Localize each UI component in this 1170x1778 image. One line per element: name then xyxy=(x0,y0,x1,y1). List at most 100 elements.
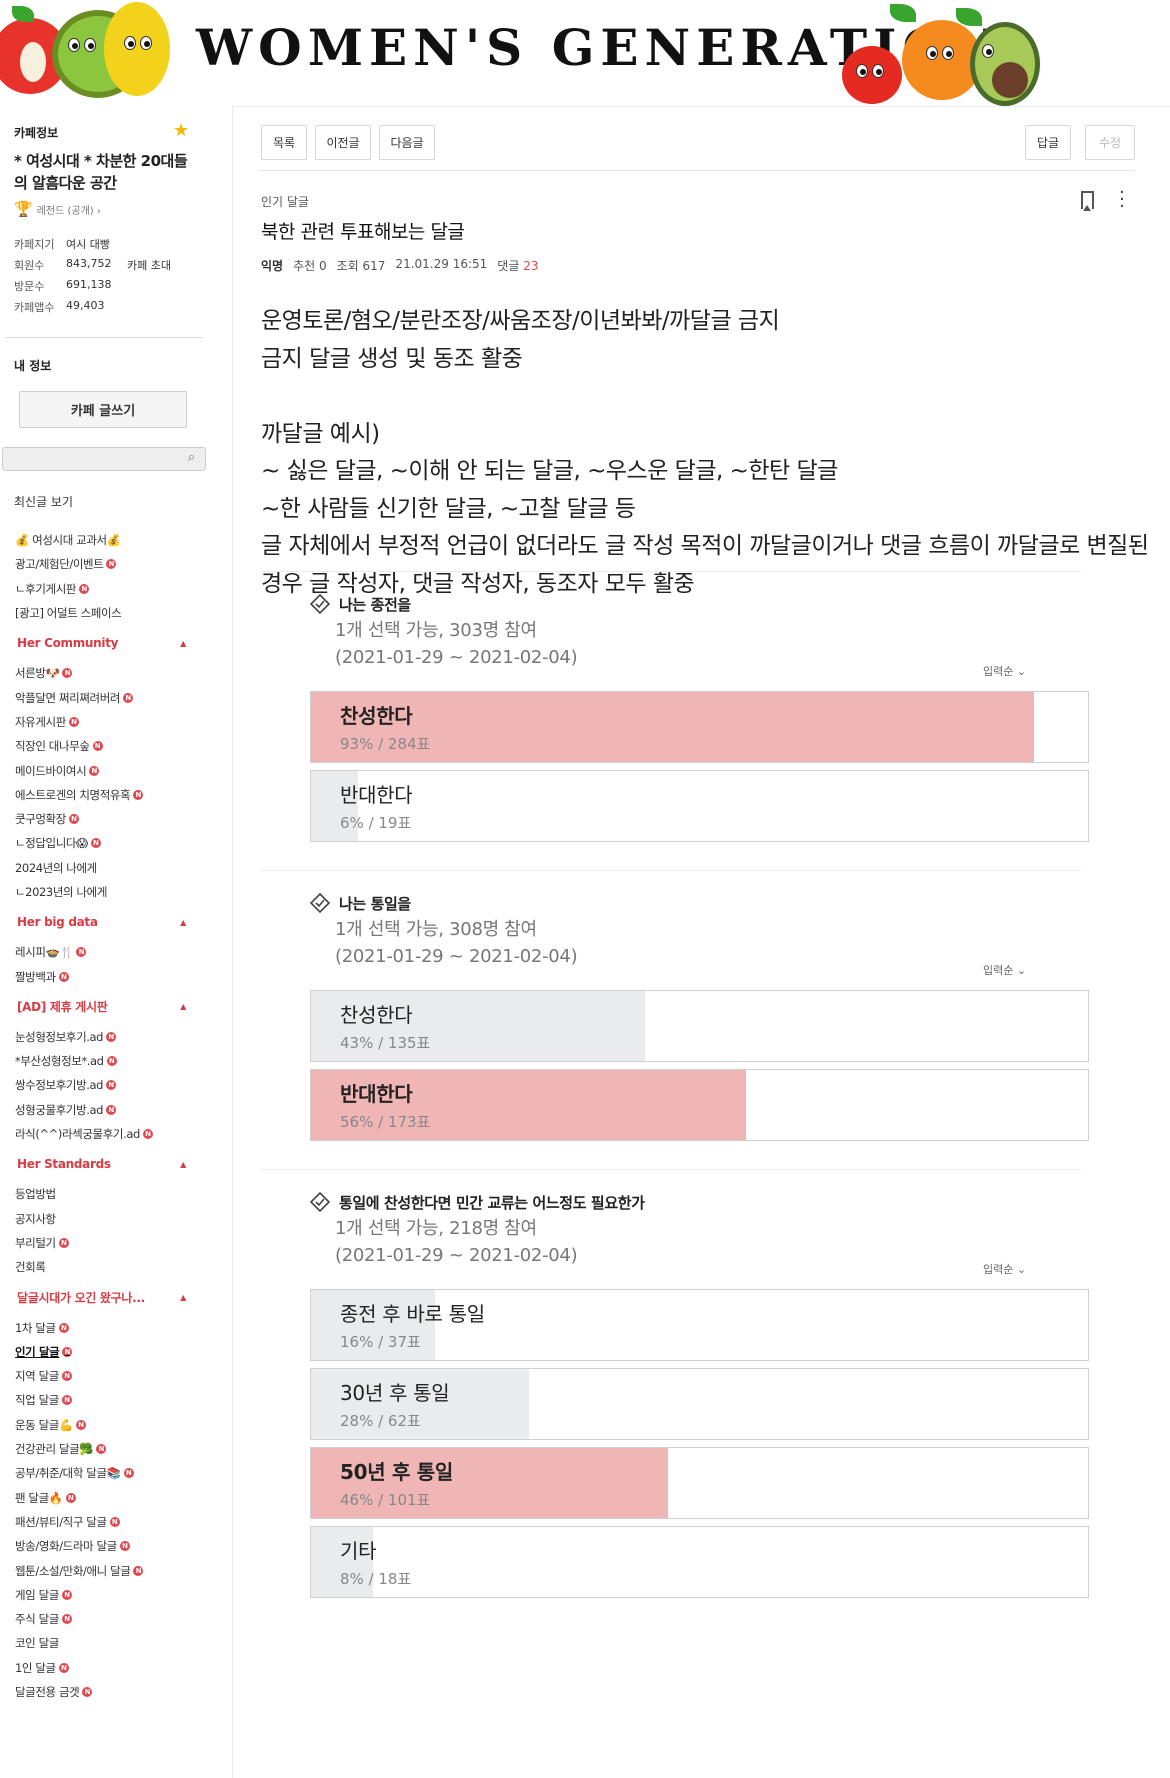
sidebar-menu-item[interactable]: ㄴ정답입니다😱 N xyxy=(0,831,210,855)
menu-group-header[interactable]: 달글시대가 오긴 왔구나... ▲ xyxy=(0,1279,210,1315)
sidebar-menu-item[interactable]: 악플달면 쩌리쪄려버려 N xyxy=(0,685,210,709)
sidebar-menu-item[interactable]: 방송/영화/드라마 달글 N xyxy=(0,1534,210,1558)
divider xyxy=(261,1169,1081,1170)
cafe-banner[interactable]: WOMEN'S GENERATION xyxy=(0,0,1040,106)
comments-link[interactable]: 댓글 23 xyxy=(497,257,538,274)
sidebar-menu-item[interactable]: 패션/뷰티/직구 달글 N xyxy=(0,1510,210,1534)
cafe-manager[interactable]: 여시 대빵 xyxy=(66,236,121,257)
sidebar-menu-item[interactable]: 메이드바이여시 N xyxy=(0,758,210,782)
poll-question-text: 통일에 찬성한다면 민간 교류는 어느정도 필요한가 xyxy=(339,1193,645,1212)
poll-period: (2021-01-29 ~ 2021-02-04) xyxy=(335,946,578,967)
poll: 통일에 찬성한다면 민간 교류는 어느정도 필요한가 1개 선택 가능, 218명… xyxy=(261,1181,1089,1598)
divider xyxy=(261,571,1081,572)
edit-button[interactable]: 수정 xyxy=(1085,125,1135,160)
menu-group-header[interactable]: Her big data ▲ xyxy=(0,904,210,940)
poll-option[interactable]: 50년 후 통일 46% / 101표 xyxy=(310,1447,1089,1519)
collapse-arrow-icon[interactable]: ▲ xyxy=(180,1160,186,1169)
sidebar-menu-item[interactable]: 팬 달글🔥 N xyxy=(0,1486,210,1510)
cafe-info-heading[interactable]: 카페정보 xyxy=(14,124,58,141)
search-icon[interactable]: ⌕ xyxy=(188,450,195,465)
poll: 나는 통일을 1개 선택 가능, 308명 참여 (2021-01-29 ~ 202… xyxy=(261,882,1089,1141)
poll-option[interactable]: 30년 후 통일 28% / 62표 xyxy=(310,1368,1089,1440)
sidebar-menu-item[interactable]: 공지사항 xyxy=(0,1207,210,1231)
sidebar-menu-item[interactable]: ㄴ후기게시판 N xyxy=(0,577,210,601)
sidebar-menu-item[interactable]: 코인 달글 xyxy=(0,1631,210,1655)
sidebar-menu-item[interactable]: 눈성형정보후기.ad N xyxy=(0,1025,210,1049)
menu-item-label: 공지사항 xyxy=(15,1211,56,1226)
board-link[interactable]: 인기 달글 xyxy=(261,193,309,210)
post-author[interactable]: 익명 xyxy=(261,257,283,274)
new-badge-icon: N xyxy=(106,559,117,570)
sidebar-menu-item[interactable]: 부리털기 N xyxy=(0,1231,210,1255)
sidebar-menu-item[interactable]: 쿳구멍확장 N xyxy=(0,807,210,831)
poll-option-result: 46% / 101표 xyxy=(340,1491,431,1509)
poll-option[interactable]: 찬성한다 43% / 135표 xyxy=(310,990,1089,1062)
poll-option[interactable]: 반대한다 56% / 173표 xyxy=(310,1069,1089,1141)
sidebar-menu-item[interactable]: 건강관리 달글🥦 N xyxy=(0,1437,210,1461)
poll-sort-dropdown[interactable]: 입력순 ⌄ xyxy=(983,962,1026,978)
cafe-level[interactable]: 🏆 레전드 (공개) › xyxy=(14,200,101,218)
reply-button[interactable]: 답글 xyxy=(1025,125,1071,160)
cafe-stats: 카페지기 여시 대빵 회원수 843,752 카페 초대 방문수 691,138 카페앱… xyxy=(14,236,171,320)
collapse-arrow-icon[interactable]: ▲ xyxy=(180,918,186,927)
recent-posts-link[interactable]: 최신글 보기 xyxy=(14,493,73,510)
poll-option[interactable]: 종전 후 바로 통일 16% / 37표 xyxy=(310,1289,1089,1361)
poll-option[interactable]: 반대한다 6% / 19표 xyxy=(310,770,1089,842)
sidebar-menu-item[interactable]: *부산성형정보*.ad N xyxy=(0,1049,210,1073)
sidebar-menu-item[interactable]: 인기 달글 N xyxy=(0,1340,210,1364)
sidebar-menu-item[interactable]: 주식 달글 N xyxy=(0,1607,210,1631)
menu-group-header[interactable]: Her Community ▲ xyxy=(0,625,210,661)
poll-sort-dropdown[interactable]: 입력순 ⌄ xyxy=(983,663,1026,679)
sidebar-menu-item[interactable]: 광고/체험단/이벤트 N xyxy=(0,552,210,576)
sidebar-menu-item[interactable]: 달글전용 금겟 N xyxy=(0,1680,210,1704)
new-badge-icon: N xyxy=(62,1346,73,1357)
menu-group-header[interactable]: [AD] 제휴 게시판 ▲ xyxy=(0,989,210,1025)
sidebar-menu-item[interactable]: 성형궁물후기방.ad N xyxy=(0,1098,210,1122)
write-post-button[interactable]: 카페 글쓰기 xyxy=(19,391,187,428)
sidebar-menu-item[interactable]: 직업 달글 N xyxy=(0,1388,210,1412)
sidebar-menu-item[interactable]: 직장인 대나무숲 N xyxy=(0,734,210,758)
sidebar-menu-item[interactable]: 짤방백과 N xyxy=(0,964,210,988)
star-icon[interactable]: ★ xyxy=(173,120,189,141)
more-options-icon[interactable]: · · · xyxy=(1117,184,1127,216)
sidebar-menu-item[interactable]: 레시피🍲🍴 N xyxy=(0,940,210,964)
sidebar-menu-item[interactable]: [광고] 어덜트 스페이스 xyxy=(0,601,210,625)
sidebar-menu-item[interactable]: 서른방🐶 N xyxy=(0,661,210,685)
sidebar-menu-item[interactable]: 1차 달글 N xyxy=(0,1315,210,1339)
list-button[interactable]: 목록 xyxy=(261,125,307,160)
cafe-name[interactable]: * 여성시대 * 차분한 20대들의 알흠다운 공간 xyxy=(14,150,194,194)
sidebar-menu-item[interactable]: 💰 여성시대 교과서💰 xyxy=(0,528,210,552)
sidebar-menu-item[interactable]: 건회록 xyxy=(0,1255,210,1279)
sidebar-menu-item[interactable]: 자유게시판 N xyxy=(0,710,210,734)
stat-label: 카페지기 xyxy=(14,238,55,251)
search-input[interactable] xyxy=(3,449,173,471)
sidebar-menu-item[interactable]: 1인 달글 N xyxy=(0,1656,210,1680)
sidebar-menu-item[interactable]: 등업방법 xyxy=(0,1182,210,1206)
sidebar-menu-item[interactable]: 쌍수정보후기방.ad N xyxy=(0,1073,210,1097)
collapse-arrow-icon[interactable]: ▲ xyxy=(180,1293,186,1302)
eye-decoration xyxy=(942,46,954,60)
menu-item-label: 건회록 xyxy=(15,1260,46,1275)
my-info-tab[interactable]: 내 정보 xyxy=(14,357,51,374)
menu-group-header[interactable]: Her Standards ▲ xyxy=(0,1146,210,1182)
sidebar-menu-item[interactable]: 에스트로겐의 치명적유혹 N xyxy=(0,783,210,807)
post-area: 목록 이전글 다음글 답글 수정 인기 달글 북한 관련 투표해보는 달글 · ·… xyxy=(232,106,1170,1778)
next-post-button[interactable]: 다음글 xyxy=(379,125,435,160)
collapse-arrow-icon[interactable]: ▲ xyxy=(180,639,186,648)
sidebar-menu-item[interactable]: 운동 달글💪 N xyxy=(0,1413,210,1437)
poll-option[interactable]: 찬성한다 93% / 284표 xyxy=(310,691,1089,763)
sidebar-menu-item[interactable]: 라식(^^)라섹궁물후기.ad N xyxy=(0,1122,210,1146)
sidebar-menu-item[interactable]: ㄴ2023년의 나에게 xyxy=(0,880,210,904)
sidebar-menu-item[interactable]: 웹툰/소설/만화/애니 달글 N xyxy=(0,1558,210,1582)
bookmark-icon[interactable] xyxy=(1081,191,1094,211)
app-count: 49,403 xyxy=(66,299,105,312)
sidebar-menu-item[interactable]: 게임 달글 N xyxy=(0,1583,210,1607)
sidebar-menu-item[interactable]: 2024년의 나에게 xyxy=(0,856,210,880)
poll-sort-dropdown[interactable]: 입력순 ⌄ xyxy=(983,1261,1026,1277)
poll-option[interactable]: 기타 8% / 18표 xyxy=(310,1526,1089,1598)
sidebar-menu-item[interactable]: 지역 달글 N xyxy=(0,1364,210,1388)
collapse-arrow-icon[interactable]: ▲ xyxy=(180,1002,186,1011)
sidebar-menu-item[interactable]: 공부/취준/대학 달글📚 N xyxy=(0,1461,210,1485)
cafe-invite-link[interactable]: 카페 초대 xyxy=(127,257,171,278)
prev-post-button[interactable]: 이전글 xyxy=(315,125,371,160)
